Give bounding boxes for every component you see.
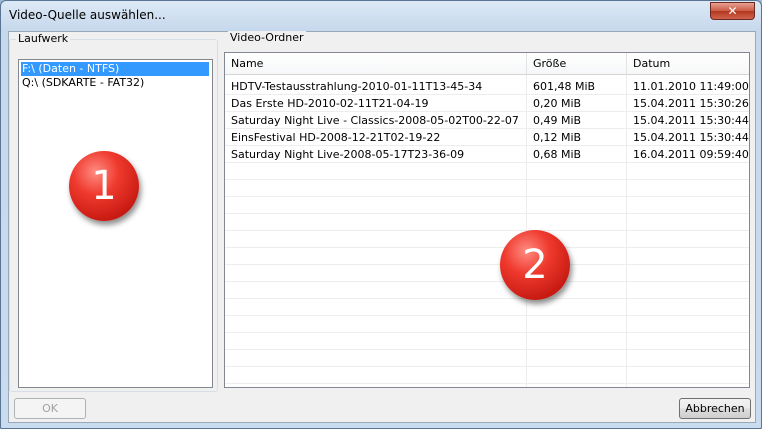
cell-name: Das Erste HD-2010-02-11T21-04-19 xyxy=(231,97,429,110)
cell-size: 0,49 MiB xyxy=(533,114,582,127)
cell-size: 0,68 MiB xyxy=(533,148,582,161)
folder-group-label: Video-Ordner xyxy=(228,31,306,44)
empty-row xyxy=(225,367,749,384)
cell-name: Saturday Night Live-2008-05-17T23-36-09 xyxy=(231,148,465,161)
cell-name: HDTV-Testausstrahlung-2010-01-11T13-45-3… xyxy=(231,80,483,93)
empty-row xyxy=(225,299,749,316)
cell-date: 15.04.2011 15:30:44 xyxy=(633,131,749,144)
table-row[interactable]: Saturday Night Live-2008-05-17T23-36-09 … xyxy=(225,146,749,163)
empty-row xyxy=(225,197,749,214)
annotation-badge-1: 1 xyxy=(69,151,139,221)
column-header-size[interactable]: Größe xyxy=(527,53,627,75)
drive-item-f[interactable]: F:\ (Daten - NTFS) xyxy=(21,62,209,76)
close-button[interactable]: ✕ xyxy=(710,2,755,20)
annotation-badge-2: 2 xyxy=(500,230,570,300)
table-row[interactable]: EinsFestival HD-2008-12-21T02-19-22 0,12… xyxy=(225,129,749,146)
empty-row xyxy=(225,333,749,350)
cell-name: Saturday Night Live - Classics-2008-05-0… xyxy=(231,114,519,127)
cell-date: 11.01.2010 11:49:00 xyxy=(633,80,749,93)
drive-item-q[interactable]: Q:\ (SDKARTE - FAT32) xyxy=(21,76,209,90)
video-folder-table[interactable]: Name Größe Datum HDTV-Testausstrahlung-2… xyxy=(224,52,750,388)
cell-size: 0,20 MiB xyxy=(533,97,582,110)
empty-row xyxy=(225,316,749,333)
column-header-date[interactable]: Datum xyxy=(627,53,749,75)
cell-date: 15.04.2011 15:30:26 xyxy=(633,97,749,110)
empty-row xyxy=(225,248,749,265)
empty-row xyxy=(225,180,749,197)
title-bar[interactable]: Video-Quelle auswählen... ✕ xyxy=(1,1,761,31)
empty-row xyxy=(225,231,749,248)
window-title: Video-Quelle auswählen... xyxy=(9,8,166,22)
cell-date: 16.04.2011 09:59:40 xyxy=(633,148,749,161)
cell-size: 601,48 MiB xyxy=(533,80,596,93)
dialog-window: Video-Quelle auswählen... ✕ Laufwerk F:\… xyxy=(0,0,762,429)
empty-row xyxy=(225,282,749,299)
table-row[interactable]: Saturday Night Live - Classics-2008-05-0… xyxy=(225,112,749,129)
empty-row xyxy=(225,350,749,367)
cell-date: 15.04.2011 15:30:44 xyxy=(633,114,749,127)
ok-button[interactable]: OK xyxy=(14,398,86,419)
dialog-client-area: Laufwerk F:\ (Daten - NTFS) Q:\ (SDKARTE… xyxy=(8,31,756,423)
drive-group-label: Laufwerk xyxy=(16,32,71,45)
table-row[interactable]: HDTV-Testausstrahlung-2010-01-11T13-45-3… xyxy=(225,78,749,95)
close-icon: ✕ xyxy=(727,4,738,18)
column-header-name[interactable]: Name xyxy=(225,53,527,75)
drive-list[interactable]: F:\ (Daten - NTFS) Q:\ (SDKARTE - FAT32) xyxy=(18,59,213,388)
empty-row xyxy=(225,265,749,282)
cell-name: EinsFestival HD-2008-12-21T02-19-22 xyxy=(231,131,441,144)
table-row[interactable]: Das Erste HD-2010-02-11T21-04-19 0,20 Mi… xyxy=(225,95,749,112)
empty-row xyxy=(225,214,749,231)
cell-size: 0,12 MiB xyxy=(533,131,582,144)
cancel-button[interactable]: Abbrechen xyxy=(679,398,751,419)
empty-row xyxy=(225,163,749,180)
